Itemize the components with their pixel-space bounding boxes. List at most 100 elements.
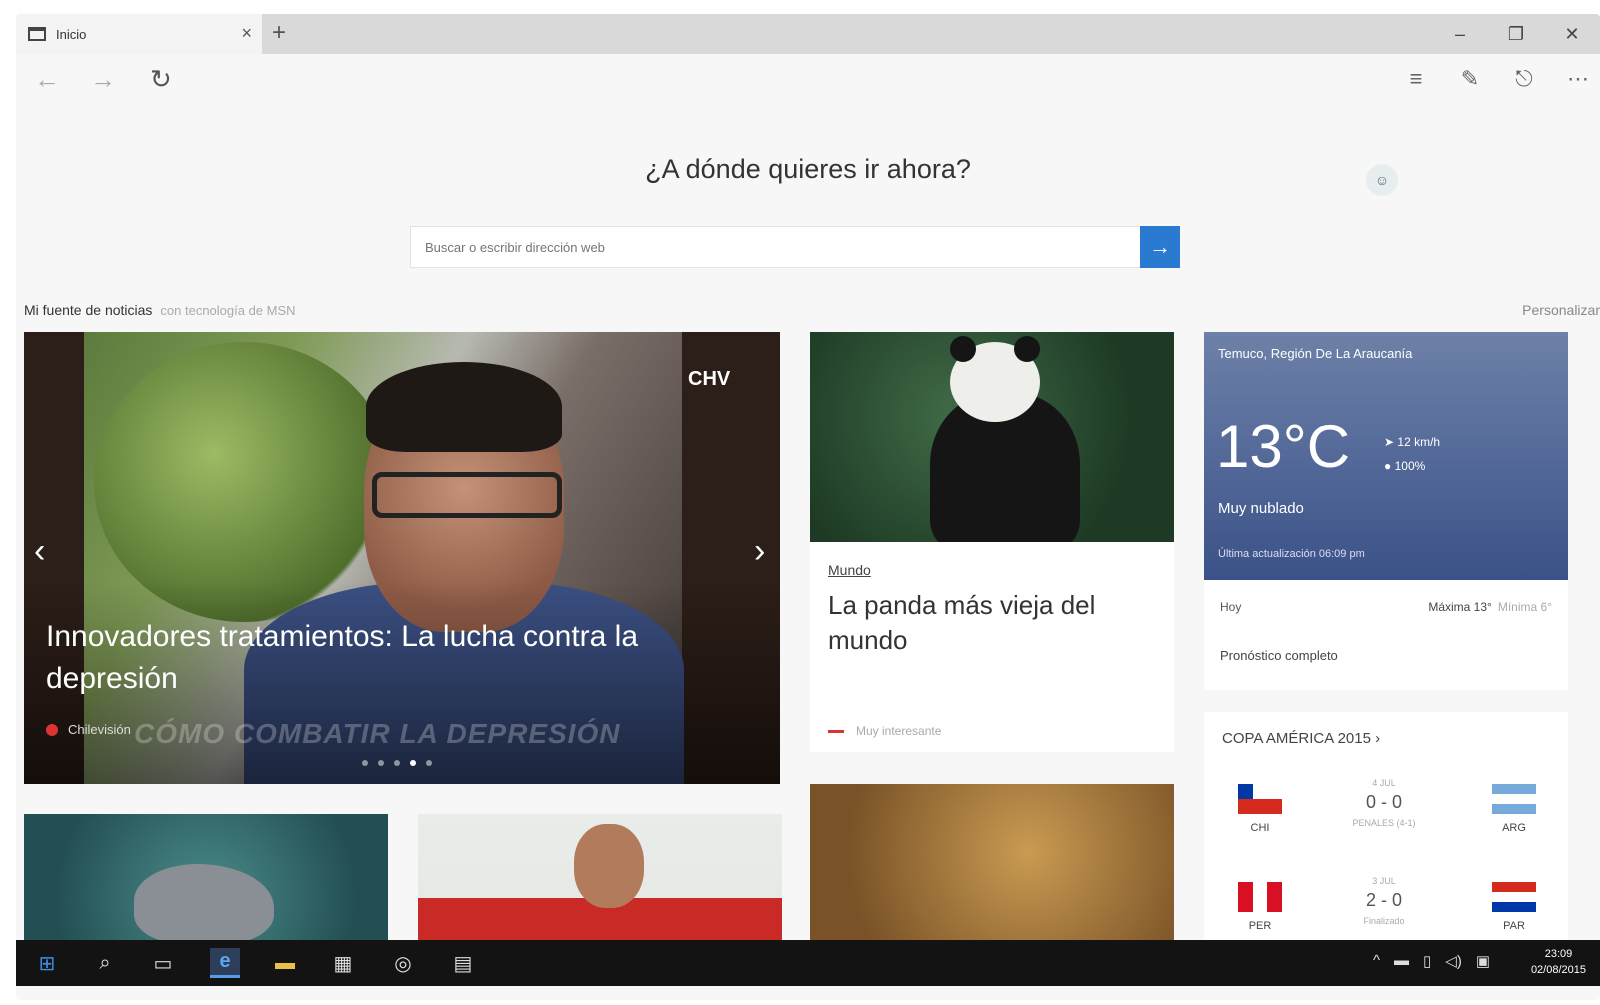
tray-volume-icon[interactable]: ◁) [1445,952,1462,970]
carousel-prev-icon[interactable]: ‹ [34,532,45,571]
tab-inicio[interactable]: Inicio × [16,14,262,54]
news-feed-subtitle: con tecnología de MSN [160,303,296,318]
news-category[interactable]: Mundo [828,562,871,578]
file-explorer-icon[interactable]: ▬ [270,948,300,978]
more-icon[interactable]: ⋯ [1566,66,1590,92]
tray-network-icon[interactable]: ▯ [1423,952,1431,970]
media-player-icon[interactable]: ◎ [388,948,418,978]
news-feed-label: Mi fuente de noticias [24,302,153,318]
match-score: 0 - 0 [1365,792,1403,812]
hero-source: Chilevisión [46,722,131,737]
weather-widget[interactable]: Temuco, Región De La Araucanía 13°C ➤ 12… [1204,332,1568,580]
news-card-panda[interactable]: Mundo La panda más vieja del mundo Muy i… [810,332,1174,752]
carousel-next-icon[interactable]: › [754,532,765,571]
taskbar: ⊞ ⌕ ▭ e ▬ ▦ ◎ ▤ ^ ▬ ▯ ◁) ▣ 23:09 02/08/2… [16,940,1600,986]
restore-button[interactable]: ❐ [1488,14,1544,54]
search-icon[interactable]: ⌕ [90,948,120,978]
page-title: ¿A dónde quieres ir ahora? [645,154,971,184]
task-view-icon[interactable]: ▭ [148,948,178,978]
window-controls: – ❐ ✕ [1432,14,1600,54]
carousel-dot-active[interactable] [410,760,416,766]
player-head-shape [574,824,644,908]
source-bar-icon [828,729,844,733]
video-icon[interactable]: ▤ [448,948,478,978]
humidity-icon: ● [1384,459,1395,473]
minimize-button[interactable]: – [1432,14,1488,54]
hero-video-caption: CÓMO COMBATIR LA DEPRESIÓN [134,718,621,749]
wind-icon: ➤ [1384,435,1398,449]
copa-america-widget: COPA AMÉRICA 2015 › CHI 4 JUL 0 - 0 PENA… [1204,712,1568,952]
weather-temperature: 13°C [1216,413,1351,480]
team-home: CHI [1250,822,1270,834]
match-status: Finalizado [1363,916,1405,926]
team-away: PAR [1503,920,1525,932]
browser-window: Inicio × + – ❐ ✕ ← → ↻ ≡ ✎ ⎋ ⋯ ¿A dónde … [16,14,1600,1000]
hub-icon[interactable]: ≡ [1404,66,1428,92]
match-score: 2 - 0 [1365,890,1403,910]
search-input[interactable] [411,227,1141,267]
start-icon[interactable]: ⊞ [32,948,62,978]
paraguay-flag-icon [1492,882,1536,912]
edge-icon[interactable]: e [210,948,240,978]
panda-ear-shape [950,336,976,362]
share-icon[interactable]: ⎋ [1512,66,1536,92]
weather-details: ➤ 12 km/h ● 100% [1384,430,1440,478]
forecast-today: Hoy [1220,600,1242,614]
carousel-dot[interactable] [378,760,384,766]
news-title[interactable]: La panda más vieja del mundo [828,588,1148,658]
forecast-min: Mínima 6° [1497,600,1552,614]
news-image-dolphin[interactable] [24,814,388,954]
news-image-lion[interactable] [810,784,1174,954]
clock-time: 23:09 [1544,948,1573,960]
store-icon[interactable]: ▦ [328,948,358,978]
match-date: 4 JUL [1372,778,1396,788]
new-tab-button[interactable]: + [272,19,286,47]
team-home: PER [1248,920,1272,932]
argentina-flag-icon [1492,784,1536,814]
weather-updated: Última actualización 06:09 pm [1218,548,1365,560]
match-date: 3 JUL [1372,876,1396,886]
peru-flag-icon [1238,882,1282,912]
match-status: PENALES (4-1) [1352,818,1416,828]
panda-ear-shape [1014,336,1040,362]
web-note-icon[interactable]: ✎ [1458,66,1482,92]
news-meta: Muy interesante [828,724,941,738]
forward-button[interactable]: → [90,64,116,95]
tray-expand-icon[interactable]: ^ [1373,952,1380,970]
source-logo-icon [46,723,58,736]
clock-date: 02/08/2015 [1530,964,1586,976]
hero-gradient [24,332,780,784]
forecast-range: Máxima 13° Mínima 6° [1428,600,1552,614]
tab-close-icon[interactable]: × [241,23,252,44]
panda-image [810,332,1174,542]
hero-source-label: Chilevisión [68,722,131,737]
tray-notifications-icon[interactable]: ▣ [1476,952,1490,970]
tray-battery-icon[interactable]: ▬ [1394,952,1409,970]
match-row[interactable]: CHI 4 JUL 0 - 0 PENALES (4-1) ARG [1204,774,1568,864]
clock[interactable]: 23:09 02/08/2015 [1531,946,1586,978]
search-go-button[interactable]: → [1140,226,1180,268]
weather-location: Temuco, Región De La Araucanía [1218,346,1413,361]
dolphin-shape [134,864,274,944]
personalize-link[interactable]: Personalizar [1522,302,1600,318]
copa-title[interactable]: COPA AMÉRICA 2015 › [1222,730,1380,747]
profile-icon[interactable]: ☺ [1366,164,1398,196]
hero-carousel[interactable]: CHV ‹ › Innovadores tratamientos: La luc… [24,332,780,784]
chile-flag-icon [1238,784,1282,814]
carousel-dot[interactable] [426,760,432,766]
close-button[interactable]: ✕ [1544,14,1600,54]
tab-title: Inicio [56,26,87,42]
news-image-player[interactable] [418,814,782,954]
navigation-bar: ← → ↻ ≡ ✎ ⎋ ⋯ [16,54,1600,106]
search-box: → [410,226,1180,268]
refresh-button[interactable]: ↻ [150,64,172,95]
back-button[interactable]: ← [34,64,60,95]
hero-headline[interactable]: Innovadores tratamientos: La lucha contr… [46,616,746,700]
carousel-dot[interactable] [362,760,368,766]
humidity-value: 100% [1394,459,1426,473]
system-tray: ^ ▬ ▯ ◁) ▣ [1373,952,1490,970]
carousel-dot[interactable] [394,760,400,766]
full-forecast-link[interactable]: Pronóstico completo [1220,648,1338,663]
tab-bar: Inicio × + – ❐ ✕ [16,14,1600,54]
weather-condition: Muy nublado [1218,500,1304,517]
